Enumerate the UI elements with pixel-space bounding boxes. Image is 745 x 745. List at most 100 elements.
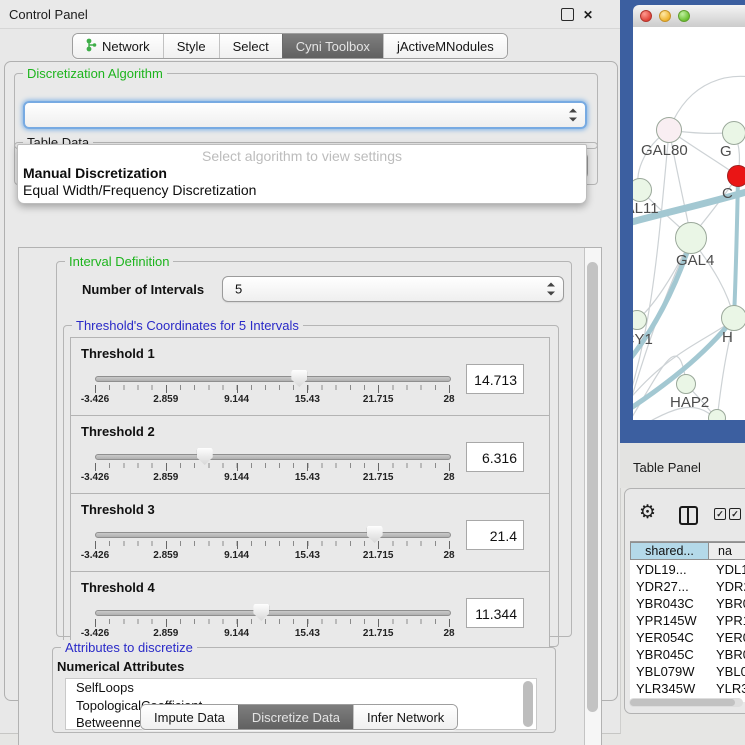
threshold-value-field[interactable]: 21.4 bbox=[466, 520, 524, 550]
network-node-hap2[interactable] bbox=[676, 374, 696, 394]
thresholds-group-title: Threshold's Coordinates for 5 Intervals bbox=[72, 318, 303, 333]
algorithm-combobox[interactable] bbox=[23, 101, 587, 129]
tick-label: 9.144 bbox=[224, 394, 249, 405]
settings-scroll-viewport: Interval Definition Number of Intervals … bbox=[18, 247, 602, 745]
checkbox-checked-icon[interactable]: ✓ bbox=[729, 508, 741, 520]
attribute-item[interactable]: SelfLoops bbox=[66, 679, 536, 697]
node-attribute-table[interactable]: shared... na YDL19...YDL1YDR27...YDR2YBR… bbox=[630, 541, 745, 702]
cell-shared-name: YDL19... bbox=[636, 562, 687, 577]
attributes-group-title: Attributes to discretize bbox=[61, 640, 197, 655]
minimize-traffic-light-icon[interactable] bbox=[659, 10, 671, 22]
cell-shared-name: YBR043C bbox=[636, 596, 694, 611]
slider-track[interactable] bbox=[95, 454, 451, 460]
tab-select[interactable]: Select bbox=[219, 34, 282, 58]
close-traffic-light-icon[interactable] bbox=[640, 10, 652, 22]
network-node-gal80[interactable] bbox=[656, 117, 682, 143]
column-layout-icon[interactable] bbox=[679, 506, 698, 525]
table-panel: ⚙ ✓ ✓ shared... na YDL19...YDL1YDR27...Y… bbox=[624, 488, 745, 714]
tab-label: Cyni Toolbox bbox=[296, 39, 370, 54]
tab-style[interactable]: Style bbox=[163, 34, 219, 58]
tab-label: Style bbox=[177, 39, 206, 54]
tick-label: 21.715 bbox=[363, 394, 394, 405]
tab-label: Network bbox=[102, 39, 150, 54]
network-view-window: GAL80GCGAL11GAL4GCY1HHAP2 bbox=[620, 0, 745, 443]
network-node-c[interactable] bbox=[727, 165, 745, 187]
threshold-value-field[interactable]: 6.316 bbox=[466, 442, 524, 472]
slider-track[interactable] bbox=[95, 610, 451, 616]
tab-network[interactable]: Network bbox=[73, 34, 163, 58]
attributes-list-scrollbar[interactable] bbox=[523, 681, 533, 727]
threshold-value-field[interactable]: 11.344 bbox=[466, 598, 524, 628]
node-label: G bbox=[720, 143, 732, 160]
cell-shared-name: YBR045C bbox=[636, 647, 694, 662]
threshold-label: Threshold 4 bbox=[81, 580, 155, 595]
viewport-vertical-scrollbar[interactable] bbox=[584, 248, 601, 745]
threshold-value-field[interactable]: 14.713 bbox=[466, 364, 524, 394]
network-node[interactable] bbox=[708, 409, 726, 420]
algorithm-dropdown-popup: Select algorithm to view settings Manual… bbox=[17, 144, 587, 204]
node-label: GCY1 bbox=[633, 331, 653, 348]
table-row[interactable]: YBR043CYBR0 bbox=[630, 596, 745, 613]
float-window-icon[interactable] bbox=[561, 8, 574, 21]
number-of-intervals-combobox[interactable]: 5 bbox=[222, 276, 564, 302]
table-row[interactable]: YDR27...YDR2 bbox=[630, 579, 745, 596]
slider-major-ticks bbox=[95, 385, 449, 393]
cell-shared-name: YBL079W bbox=[636, 664, 695, 679]
network-node-g[interactable] bbox=[722, 121, 745, 145]
tab-jactivemnodules[interactable]: jActiveMNodules bbox=[383, 34, 507, 58]
threshold-block-2: Threshold 2-3.4262.8599.14415.4321.71528… bbox=[70, 415, 550, 494]
table-row[interactable]: YBR045CYBR0 bbox=[630, 647, 745, 664]
cyni-toolbox-panel: Discretization Algorithm Table Data galF… bbox=[4, 61, 618, 701]
network-window-titlebar bbox=[633, 5, 745, 28]
scrollbar-thumb[interactable] bbox=[630, 699, 735, 706]
zoom-traffic-light-icon[interactable] bbox=[678, 10, 690, 22]
slider-track[interactable] bbox=[95, 532, 451, 538]
tab-label: jActiveMNodules bbox=[397, 39, 494, 54]
tick-label: -3.426 bbox=[81, 550, 109, 561]
tab-label: Discretize Data bbox=[252, 710, 340, 725]
table-row[interactable]: YER054CYER0 bbox=[630, 630, 745, 647]
tick-label: 21.715 bbox=[363, 472, 394, 483]
table-row[interactable]: YLR345WYLR3 bbox=[630, 681, 745, 698]
slider-track[interactable] bbox=[95, 376, 451, 382]
cell-name: YER0 bbox=[716, 630, 745, 645]
table-row[interactable]: YBL079W YBL0 bbox=[630, 664, 745, 681]
scrollbar-thumb[interactable] bbox=[587, 262, 598, 712]
tab-label: Infer Network bbox=[367, 710, 444, 725]
node-label: H bbox=[722, 329, 733, 346]
tick-label: -3.426 bbox=[81, 394, 109, 405]
tick-label: -3.426 bbox=[81, 472, 109, 483]
column-header-name[interactable]: na bbox=[708, 542, 745, 560]
interval-definition-title: Interval Definition bbox=[65, 254, 173, 269]
network-node-h[interactable] bbox=[721, 305, 745, 331]
table-row[interactable]: YPR145WYPR1 bbox=[630, 613, 745, 630]
number-of-intervals-value: 5 bbox=[235, 282, 242, 297]
tab-impute-data[interactable]: Impute Data bbox=[141, 705, 238, 729]
network-canvas[interactable]: GAL80GCGAL11GAL4GCY1HHAP2 bbox=[633, 27, 745, 420]
tick-label: 2.859 bbox=[153, 394, 178, 405]
threshold-block-3: Threshold 3-3.4262.8599.14415.4321.71528… bbox=[70, 493, 550, 572]
node-label: C bbox=[722, 185, 733, 202]
tab-infer-network[interactable]: Infer Network bbox=[353, 705, 457, 729]
algorithm-option-1[interactable]: Manual Discretization bbox=[23, 165, 167, 181]
thresholds-group: Threshold's Coordinates for 5 Intervals … bbox=[63, 325, 559, 647]
table-row[interactable]: YDL19...YDL1 bbox=[630, 562, 745, 579]
cell-name: YBL0 bbox=[716, 664, 745, 679]
control-panel-window: Control Panel ✕ NetworkStyleSelectCyni T… bbox=[0, 0, 621, 734]
slider-major-ticks bbox=[95, 619, 449, 627]
tick-label: 21.715 bbox=[363, 550, 394, 561]
tick-label: 15.43 bbox=[295, 394, 320, 405]
checkbox-checked-icon[interactable]: ✓ bbox=[714, 508, 726, 520]
combo-arrows-icon bbox=[569, 109, 577, 122]
close-icon[interactable]: ✕ bbox=[583, 8, 593, 22]
tab-cyni-toolbox[interactable]: Cyni Toolbox bbox=[282, 34, 383, 58]
settings-gear-icon[interactable]: ⚙ bbox=[639, 501, 656, 524]
table-horizontal-scrollbar[interactable] bbox=[629, 698, 743, 707]
slider-tick-labels: -3.4262.8599.14415.4321.71528 bbox=[95, 628, 449, 640]
desktop: Control Panel ✕ NetworkStyleSelectCyni T… bbox=[0, 0, 745, 745]
network-node-gal4[interactable] bbox=[675, 222, 707, 254]
threshold-label: Threshold 1 bbox=[81, 346, 155, 361]
column-header-shared-name[interactable]: shared... bbox=[630, 542, 709, 560]
tab-discretize-data[interactable]: Discretize Data bbox=[238, 705, 353, 729]
algorithm-option-2[interactable]: Equal Width/Frequency Discretization bbox=[23, 182, 256, 198]
